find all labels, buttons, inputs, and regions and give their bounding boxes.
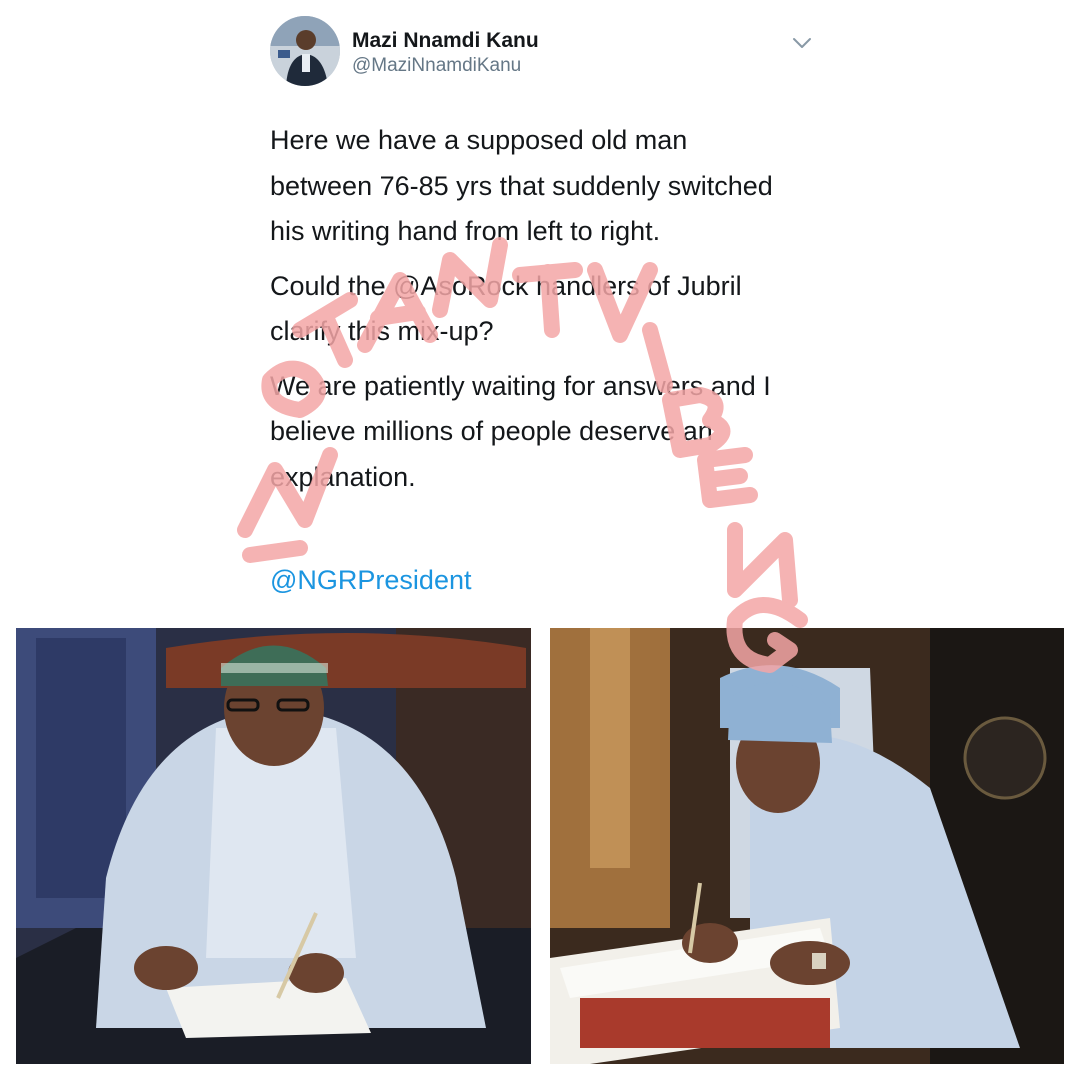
photo-left-image [16, 628, 531, 1064]
photo-right[interactable] [550, 628, 1064, 1064]
avatar-image [270, 16, 340, 86]
tweet-text: Here we have a supposed old man between … [270, 118, 790, 509]
tweet-header: Mazi Nnamdi Kanu @MaziNnamdiKanu [270, 16, 815, 92]
author-names: Mazi Nnamdi Kanu @MaziNnamdiKanu [352, 28, 539, 78]
mention-line: @NGRPresident [270, 560, 471, 600]
tweet-paragraph: We are patiently waiting for answers and… [270, 370, 771, 492]
avatar[interactable] [270, 16, 340, 86]
tweet-paragraph: Here we have a supposed old man between … [270, 125, 773, 246]
tweet-paragraph: Could the @AsoRock handlers of Jubril cl… [270, 270, 742, 347]
display-name[interactable]: Mazi Nnamdi Kanu [352, 28, 539, 54]
photo-left[interactable] [16, 628, 531, 1064]
user-handle[interactable]: @MaziNnamdiKanu [352, 54, 539, 78]
photo-right-image [550, 628, 1064, 1064]
chevron-down-icon[interactable] [789, 30, 815, 56]
mention-link[interactable]: @NGRPresident [270, 565, 471, 595]
